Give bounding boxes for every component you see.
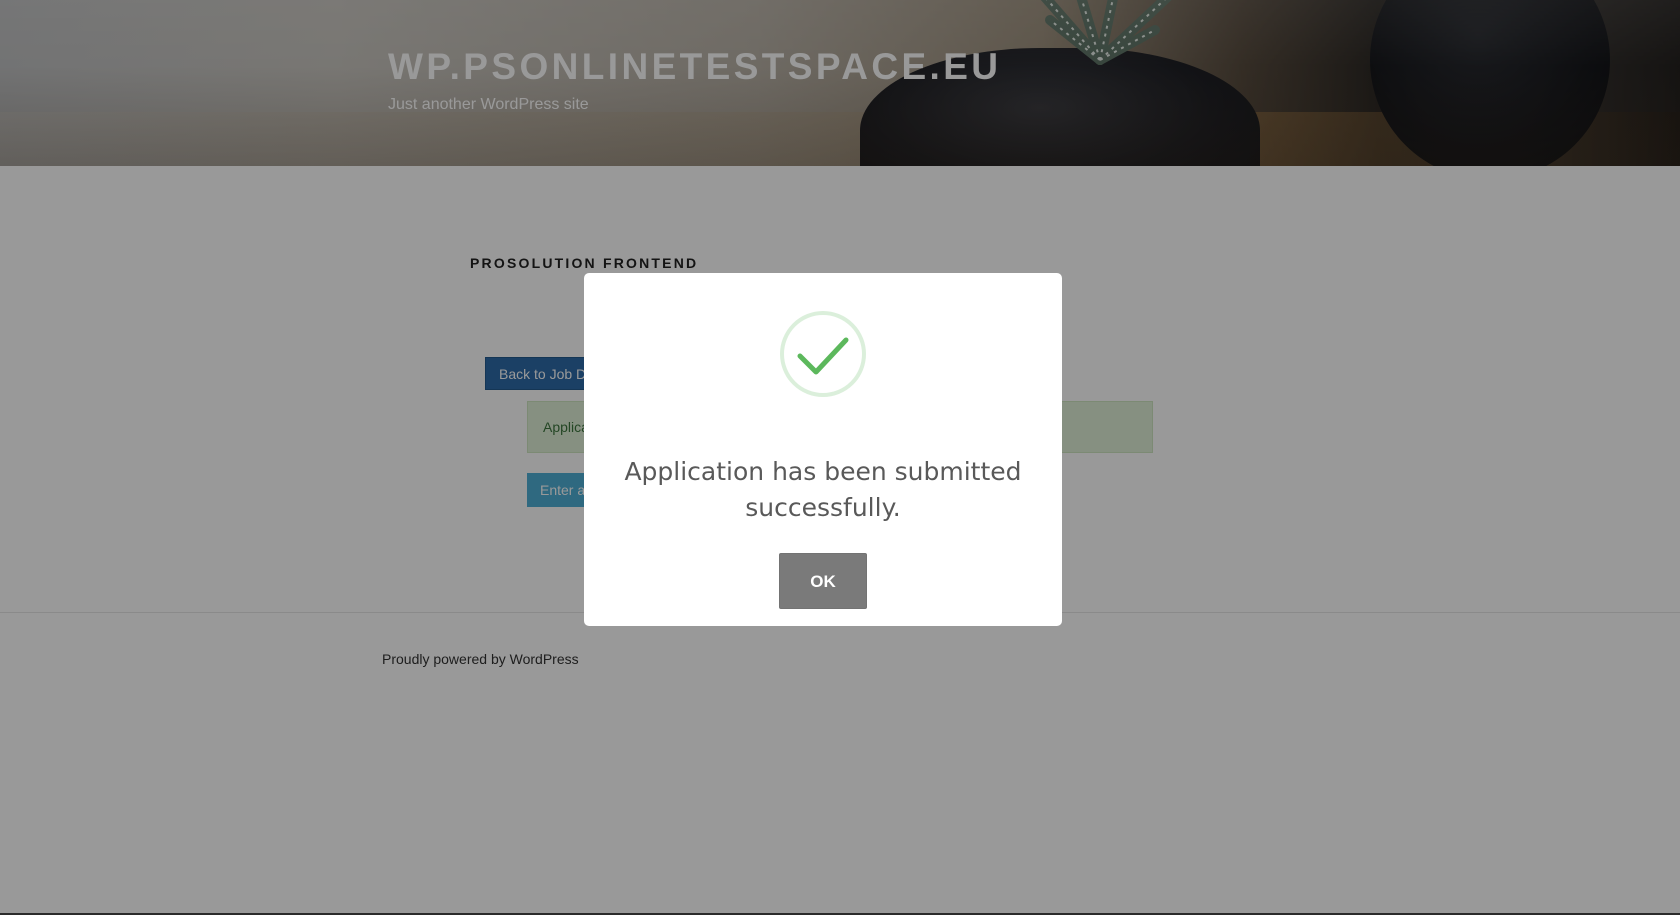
- page: WP.PSONLINETESTSPACE.EU Just another Wor…: [0, 0, 1680, 915]
- ok-button[interactable]: OK: [779, 553, 867, 609]
- dialog-message: Application has been submitted successfu…: [624, 457, 1022, 522]
- checkmark-success-icon: [780, 311, 866, 397]
- success-dialog: Application has been submitted successfu…: [584, 273, 1062, 626]
